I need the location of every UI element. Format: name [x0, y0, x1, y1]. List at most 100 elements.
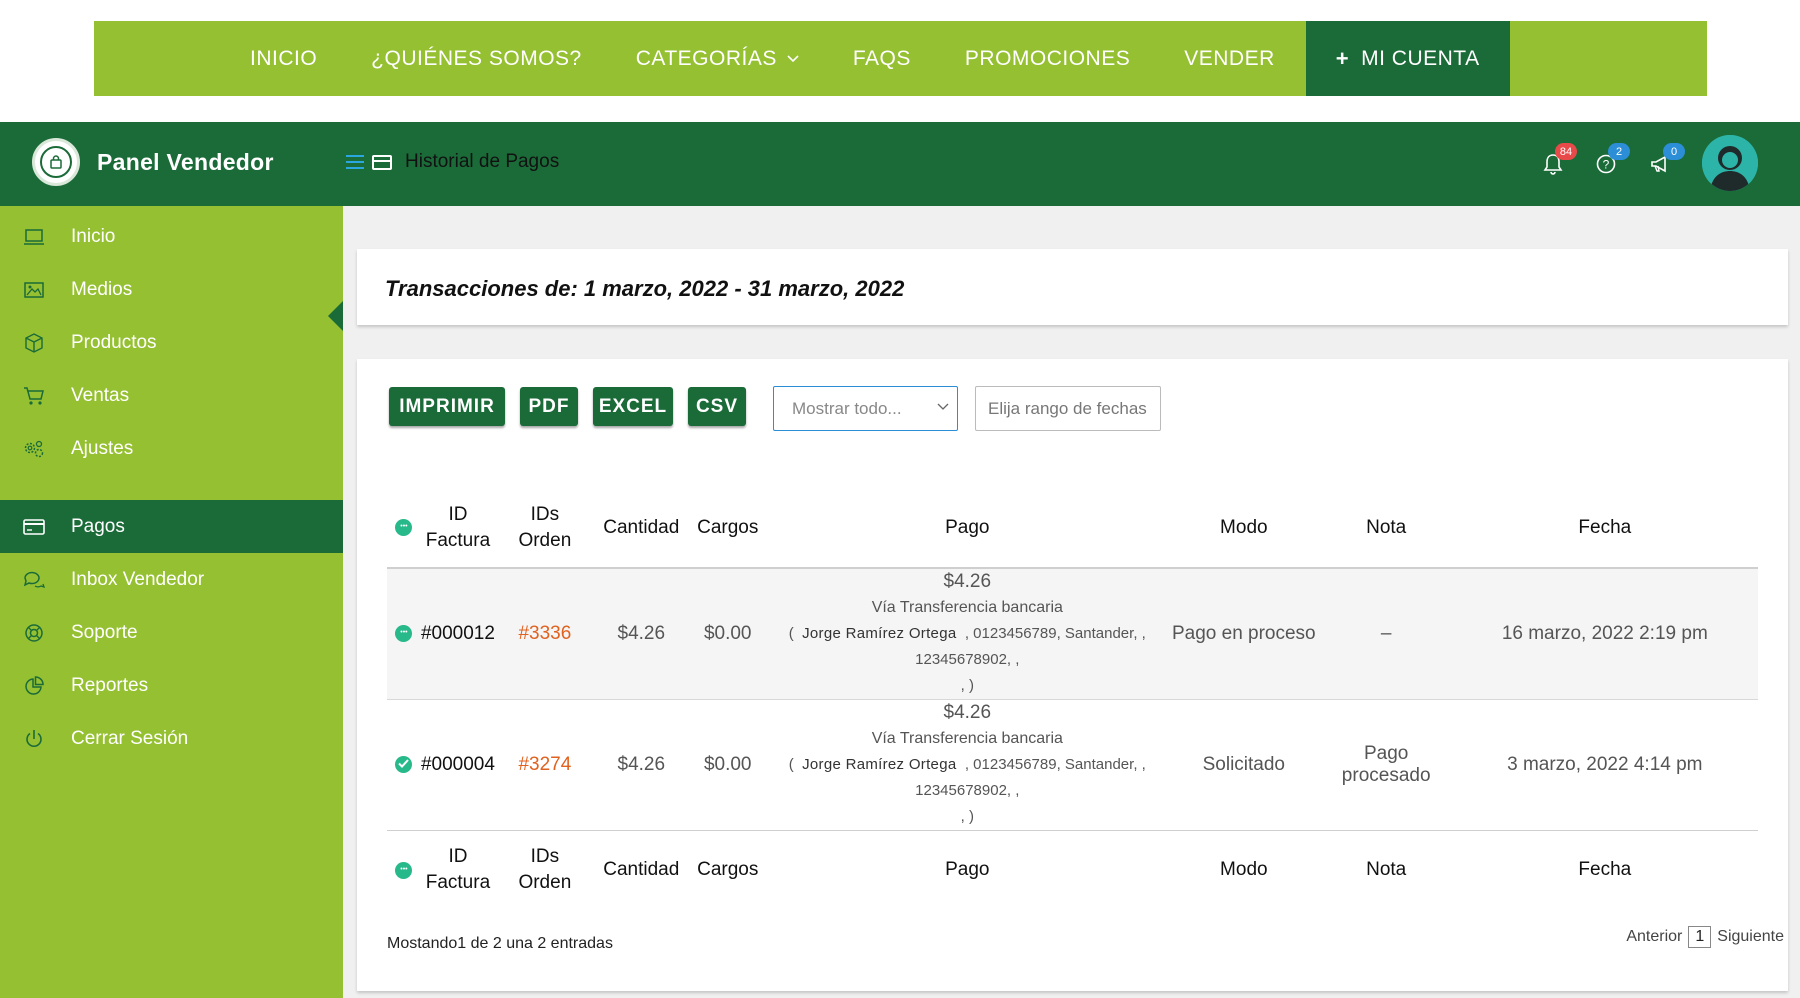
payment-details: $4.26 Vía Transferencia bancaria ( Jorge… — [768, 568, 1167, 700]
site-nav-faqs[interactable]: FAQS — [826, 21, 938, 96]
pagination-page[interactable]: 1 — [1688, 926, 1712, 948]
site-nav-promociones[interactable]: PROMOCIONES — [938, 21, 1157, 96]
charges: $0.00 — [703, 754, 752, 775]
check-circle-icon[interactable] — [395, 756, 413, 774]
print-button[interactable]: IMPRIMIR — [389, 387, 505, 426]
sidebar-item-ventas[interactable]: Ventas — [0, 369, 343, 422]
help-count-badge: 2 — [1608, 143, 1630, 160]
column-payment[interactable]: Pago — [767, 489, 1167, 569]
column-order-ids[interactable]: IDs Orden — [494, 489, 595, 569]
site-navigation: INICIO ¿QUIÉNES SOMOS? CATEGORÍAS FAQS P… — [94, 21, 1707, 96]
column-charges[interactable]: Cargos — [687, 489, 768, 569]
sidebar-item-medios[interactable]: Medios — [0, 263, 343, 316]
sidebar-item-cerrar-sesion[interactable]: Cerrar Sesión — [0, 712, 343, 765]
column-date[interactable]: Fecha — [1451, 830, 1758, 910]
note: – — [1380, 623, 1392, 644]
payment-method: Vía Transferencia bancaria — [871, 730, 1063, 747]
payment-bank-details: ( Jorge Ramírez Ortega , 0123456789, San… — [788, 756, 1146, 799]
sidebar-item-inicio[interactable]: Inicio — [0, 210, 343, 263]
dashboard-header: Panel Vendedor Historial de Pagos 84 ? 2… — [0, 122, 1800, 206]
sidebar-item-label: Productos — [71, 331, 157, 353]
column-charges[interactable]: Cargos — [687, 830, 768, 910]
sidebar-item-label: Inbox Vendedor — [71, 568, 205, 590]
amount: $4.26 — [617, 754, 666, 775]
sidebar-item-inbox-vendedor[interactable]: Inbox Vendedor — [0, 553, 343, 606]
more-icon[interactable] — [395, 625, 413, 643]
site-nav-label: VENDER — [1184, 46, 1275, 70]
pdf-export-button[interactable]: PDF — [520, 387, 578, 426]
payee-name: Jorge Ramírez Ortega — [802, 756, 957, 773]
payments-table: IDFactura IDsOrden Cantidad Cargos Pago … — [387, 489, 1758, 910]
megaphone-icon[interactable]: 0 — [1649, 143, 1685, 176]
transactions-table-card: IMPRIMIR PDF EXCEL CSV Mostrar todo... I… — [357, 359, 1788, 991]
bell-icon[interactable]: 84 — [1541, 143, 1577, 176]
main-content: Transacciones de: 1 marzo, 2022 - 31 mar… — [343, 206, 1800, 998]
site-nav-vender[interactable]: VENDER — [1157, 21, 1302, 96]
column-payment[interactable]: Pago — [767, 830, 1167, 910]
order-link[interactable]: #3274 — [495, 700, 595, 831]
site-nav-inicio[interactable]: INICIO — [223, 21, 344, 96]
mode: Pago en proceso — [1171, 623, 1316, 644]
sidebar-item-reportes[interactable]: Reportes — [0, 659, 343, 712]
payment-amount: $4.26 — [943, 702, 992, 723]
column-amount[interactable]: Cantidad — [594, 489, 688, 569]
site-nav-label: CATEGORÍAS — [635, 46, 777, 70]
column-order-ids[interactable]: IDs Orden — [494, 830, 595, 910]
user-avatar[interactable] — [1702, 135, 1758, 191]
csv-export-button[interactable]: CSV — [688, 387, 746, 426]
pie-chart-icon — [22, 675, 46, 697]
laptop-icon — [22, 226, 46, 248]
pagination-previous[interactable]: Anterior — [1626, 928, 1682, 946]
site-nav-mi-cuenta[interactable]: + MI CUENTA — [1305, 21, 1510, 96]
sidebar-item-label: Cerrar Sesión — [71, 727, 189, 749]
sidebar-item-soporte[interactable]: Soporte — [0, 606, 343, 659]
mode: Solicitado — [1202, 754, 1285, 775]
sidebar-item-label: Pagos — [71, 515, 125, 537]
notification-count-badge: 84 — [1555, 143, 1577, 160]
sidebar-item-ajustes[interactable]: Ajustes — [0, 422, 343, 475]
chat-icon — [22, 569, 46, 591]
payment-amount: $4.26 — [943, 571, 992, 592]
column-mode[interactable]: Modo — [1166, 489, 1321, 569]
brand[interactable]: Panel Vendedor — [32, 138, 274, 186]
charges: $0.00 — [703, 623, 752, 644]
page-heading: Historial de Pagos — [346, 151, 559, 173]
status-filter-value: Mostrar todo... — [792, 398, 902, 418]
menu-toggle-icon[interactable] — [346, 155, 364, 169]
announcement-count-badge: 0 — [1663, 143, 1685, 160]
column-date[interactable]: Fecha — [1451, 489, 1758, 569]
page-title: Historial de Pagos — [405, 151, 560, 172]
column-invoice-id[interactable]: ID Factura — [420, 489, 495, 569]
column-note[interactable]: Nota — [1320, 830, 1452, 910]
column-note[interactable]: Nota — [1320, 489, 1452, 569]
date-range-input[interactable] — [975, 386, 1161, 431]
sidebar-item-pagos[interactable]: Pagos — [0, 500, 343, 553]
sidebar-item-label: Reportes — [71, 674, 149, 696]
site-nav-label: ¿QUIÉNES SOMOS? — [371, 46, 582, 70]
pagination-next[interactable]: Siguiente — [1717, 928, 1784, 946]
lifebuoy-icon — [22, 622, 46, 644]
more-icon[interactable] — [395, 519, 413, 537]
brand-title: Panel Vendedor — [97, 148, 274, 175]
site-nav-categorias[interactable]: CATEGORÍAS — [609, 21, 826, 96]
sidebar-item-label: Soporte — [71, 621, 138, 643]
cart-icon — [22, 385, 46, 407]
status-filter-select[interactable]: Mostrar todo... — [773, 386, 958, 431]
table-row: #000012 #3336 $4.26 $0.00 $4.26 Vía Tran… — [387, 568, 1758, 700]
excel-export-button[interactable]: EXCEL — [593, 387, 673, 426]
site-nav-quienes-somos[interactable]: ¿QUIÉNES SOMOS? — [344, 21, 609, 96]
column-amount[interactable]: Cantidad — [594, 830, 688, 910]
invoice-id: #000012 — [420, 623, 495, 644]
more-icon[interactable] — [395, 861, 413, 879]
site-nav-label: MI CUENTA — [1361, 46, 1480, 70]
table-row: #000004 #3274 $4.26 $0.00 $4.26 Vía Tran… — [387, 700, 1758, 831]
question-circle-icon[interactable]: ? 2 — [1594, 143, 1630, 176]
site-nav-label: PROMOCIONES — [964, 46, 1131, 70]
pagination: Anterior 1 Siguiente — [1626, 926, 1784, 948]
order-link[interactable]: #3336 — [495, 568, 595, 700]
shopping-bag-icon — [32, 138, 80, 186]
column-mode[interactable]: Modo — [1166, 830, 1321, 910]
sidebar-item-productos[interactable]: Productos — [0, 316, 343, 369]
column-invoice-id[interactable]: ID Factura — [420, 830, 495, 910]
gears-icon — [22, 438, 46, 460]
